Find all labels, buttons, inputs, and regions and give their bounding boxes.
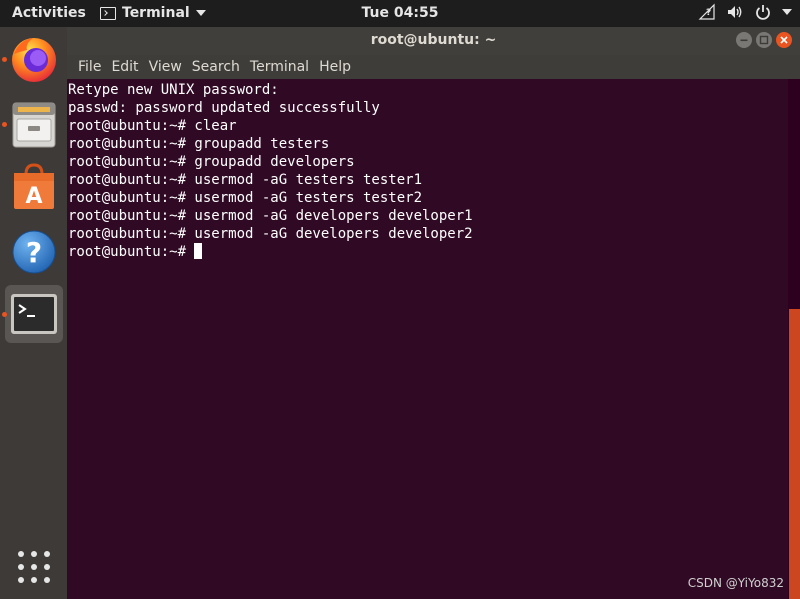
minimize-button[interactable] — [736, 32, 752, 48]
menu-edit[interactable]: Edit — [106, 59, 143, 75]
network-unknown-icon: ? — [698, 3, 715, 20]
running-indicator — [2, 122, 7, 127]
text-cursor — [194, 243, 203, 259]
running-indicator — [2, 57, 7, 62]
top-bar: Activities Terminal Tue 04:55 ? — [0, 0, 800, 27]
terminal-line: passwd: password updated successfully — [68, 100, 380, 116]
file-cabinet-icon — [12, 102, 56, 148]
shopping-bag-icon: A — [14, 163, 54, 209]
help-icon: ? — [12, 230, 56, 274]
terminal-prompt: root@ubuntu:~# — [68, 244, 195, 260]
clock-label[interactable]: Tue 04:55 — [362, 5, 439, 21]
svg-text:?: ? — [26, 236, 42, 269]
terminal-window: root@ubuntu: ~ File Edit View Search Ter… — [67, 27, 800, 599]
apps-grid-icon — [18, 551, 50, 583]
chevron-down-icon — [195, 10, 206, 16]
terminal-line: root@ubuntu:~# clear — [68, 118, 237, 134]
dock-item-terminal[interactable] — [5, 285, 63, 343]
close-button[interactable] — [776, 32, 792, 48]
terminal-line: root@ubuntu:~# usermod -aG developers de… — [68, 226, 473, 242]
menu-file[interactable]: File — [73, 59, 106, 75]
activities-button[interactable]: Activities — [12, 5, 86, 21]
terminal-app-icon — [100, 6, 116, 20]
svg-text:?: ? — [706, 8, 711, 18]
menu-bar: File Edit View Search Terminal Help — [67, 55, 800, 79]
app-menu-label: Terminal — [122, 5, 190, 21]
dock-item-files[interactable] — [5, 95, 63, 153]
terminal-line: root@ubuntu:~# usermod -aG testers teste… — [68, 190, 423, 206]
firefox-icon — [12, 38, 56, 82]
app-menu[interactable]: Terminal — [100, 5, 206, 21]
scrollbar[interactable] — [788, 79, 800, 599]
power-icon — [756, 5, 770, 20]
terminal-line: root@ubuntu:~# usermod -aG developers de… — [68, 208, 473, 224]
svg-text:A: A — [25, 184, 42, 209]
window-title: root@ubuntu: ~ — [370, 32, 497, 48]
dock-item-ubuntu-software[interactable]: A — [5, 159, 63, 217]
menu-terminal[interactable]: Terminal — [245, 59, 314, 75]
terminal-line: root@ubuntu:~# groupadd testers — [68, 136, 330, 152]
dock-item-firefox[interactable] — [5, 30, 63, 88]
terminal-line: root@ubuntu:~# usermod -aG testers teste… — [68, 172, 423, 188]
dock: A ? — [0, 27, 67, 599]
maximize-icon — [759, 35, 769, 45]
terminal-line: root@ubuntu:~# groupadd developers — [68, 154, 355, 170]
menu-view[interactable]: View — [144, 59, 187, 75]
menu-help[interactable]: Help — [314, 59, 356, 75]
volume-icon — [728, 6, 742, 18]
running-indicator — [2, 312, 7, 317]
close-icon — [780, 36, 788, 44]
show-applications-button[interactable] — [16, 549, 52, 585]
terminal-prompt-line: root@ubuntu:~# — [68, 243, 788, 261]
window-titlebar[interactable]: root@ubuntu: ~ — [67, 27, 800, 55]
system-tray[interactable]: ? — [698, 3, 792, 21]
chevron-down-icon — [782, 9, 792, 15]
terminal-icon — [11, 294, 57, 334]
maximize-button[interactable] — [756, 32, 772, 48]
minimize-icon — [740, 39, 748, 42]
dock-item-help[interactable]: ? — [5, 223, 63, 281]
window-controls — [736, 32, 792, 48]
terminal-line: Retype new UNIX password: — [68, 82, 279, 98]
watermark: CSDN @YiYo832 — [687, 576, 784, 590]
scrollbar-thumb[interactable] — [789, 309, 800, 599]
menu-search[interactable]: Search — [187, 59, 245, 75]
terminal-output[interactable]: Retype new UNIX password: passwd: passwo… — [67, 79, 788, 599]
